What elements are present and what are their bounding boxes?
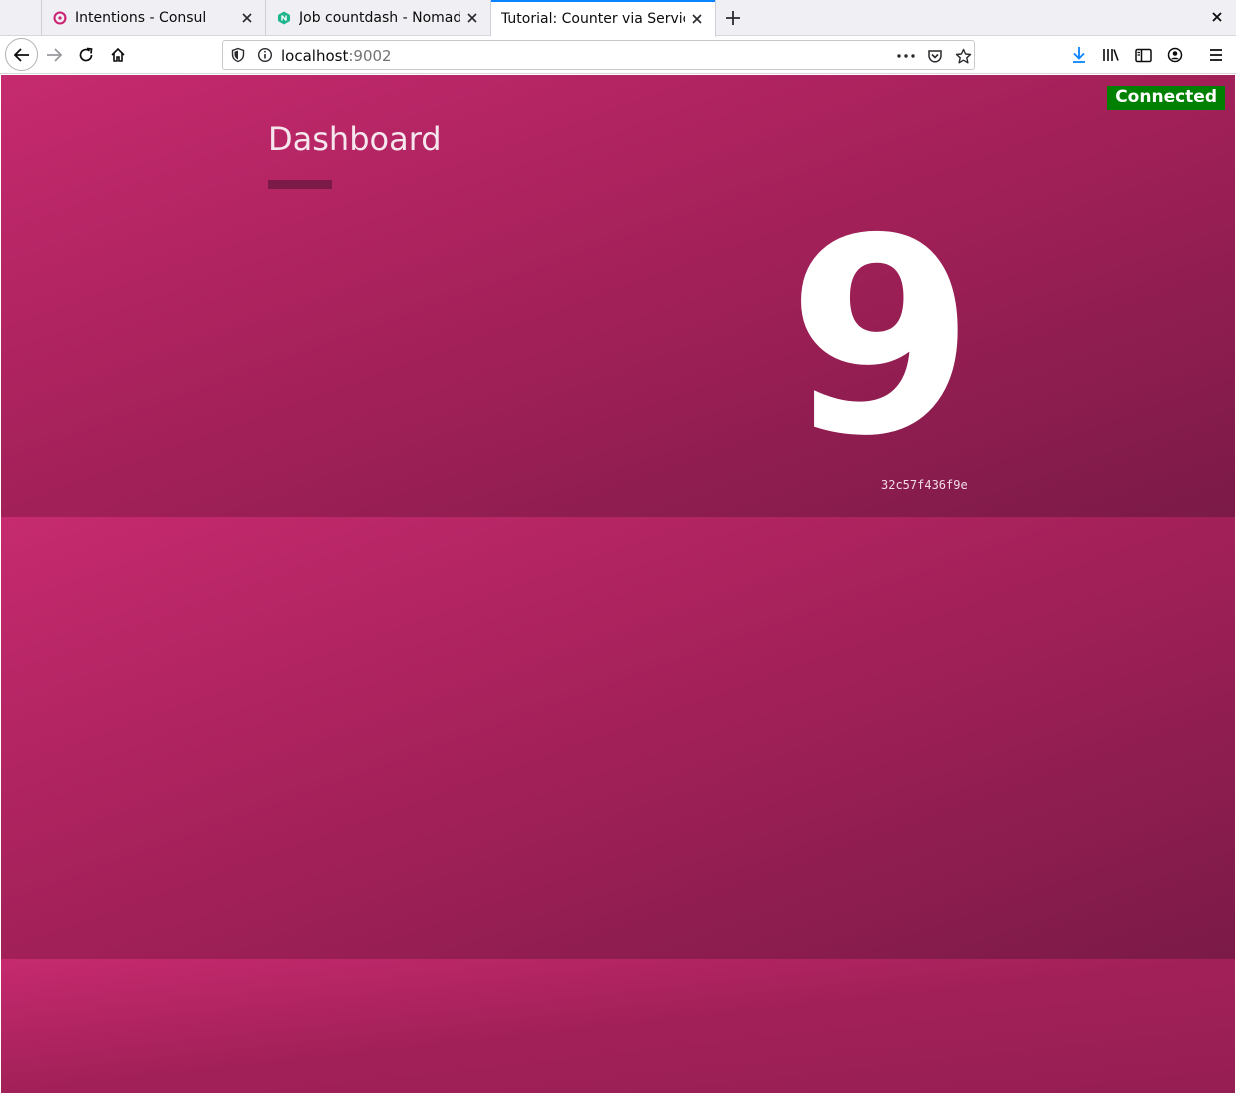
home-icon (111, 47, 125, 62)
empty-section (1, 959, 1235, 1093)
dashboard-section: Connected Dashboard 9 32c57f436f9e (1, 75, 1235, 517)
sidebar-icon (1134, 48, 1152, 62)
info-icon[interactable] (257, 47, 273, 63)
page-title: Dashboard (268, 120, 442, 158)
arrow-left-icon (13, 47, 29, 62)
connection-status-badge: Connected (1107, 86, 1225, 110)
downloads-button[interactable] (1065, 41, 1093, 69)
tab-title: Tutorial: Counter via Service (501, 10, 685, 27)
close-icon[interactable] (235, 6, 259, 30)
account-button[interactable] (1161, 41, 1189, 69)
reload-icon (79, 47, 93, 62)
page-viewport: Connected Dashboard 9 32c57f436f9e (1, 75, 1235, 1093)
page-actions-icon[interactable] (894, 44, 918, 68)
hostname-label: 32c57f436f9e (881, 478, 968, 492)
url-host: localhost (281, 47, 349, 65)
tab-title: Intentions - Consul (75, 10, 207, 26)
hamburger-menu-icon (1210, 49, 1222, 61)
pocket-icon[interactable] (923, 44, 947, 68)
consul-icon (52, 10, 68, 26)
bookmark-star-icon[interactable] (951, 44, 975, 68)
nav-toolbar: localhost:9002 (0, 37, 1236, 74)
plus-icon (726, 11, 740, 25)
tab-strip: Intentions - Consul Job countdash - Noma… (0, 0, 1236, 37)
tab-tutorial-counter[interactable]: Tutorial: Counter via Service (491, 0, 716, 37)
url-bar[interactable]: localhost:9002 (222, 40, 975, 70)
sidebar-button[interactable] (1129, 41, 1157, 69)
close-icon[interactable] (685, 7, 709, 31)
empty-section (1, 517, 1235, 959)
reload-button[interactable] (72, 41, 100, 69)
tab-title: Job countdash - Nomad (299, 10, 460, 26)
forward-button[interactable] (40, 41, 68, 69)
new-tab-button[interactable] (720, 5, 746, 31)
counter-value: 9 (787, 180, 975, 495)
back-button[interactable] (5, 38, 38, 71)
nomad-icon (276, 10, 292, 26)
library-button[interactable] (1097, 41, 1125, 69)
arrow-right-icon (47, 48, 63, 62)
close-icon (1212, 12, 1222, 22)
url-text: localhost:9002 (281, 47, 392, 65)
account-icon (1167, 47, 1183, 63)
shield-icon[interactable] (230, 47, 246, 63)
tab-intentions-consul[interactable]: Intentions - Consul (41, 0, 266, 36)
close-icon[interactable] (460, 6, 484, 30)
url-port: :9002 (348, 47, 392, 65)
tab-job-countdash-nomad[interactable]: Job countdash - Nomad (266, 0, 491, 36)
window-close-button[interactable] (1206, 6, 1228, 28)
title-underline (268, 180, 332, 189)
home-button[interactable] (104, 41, 132, 69)
library-icon (1103, 49, 1119, 61)
download-arrow-icon (1073, 47, 1085, 63)
menu-button[interactable] (1202, 41, 1230, 69)
